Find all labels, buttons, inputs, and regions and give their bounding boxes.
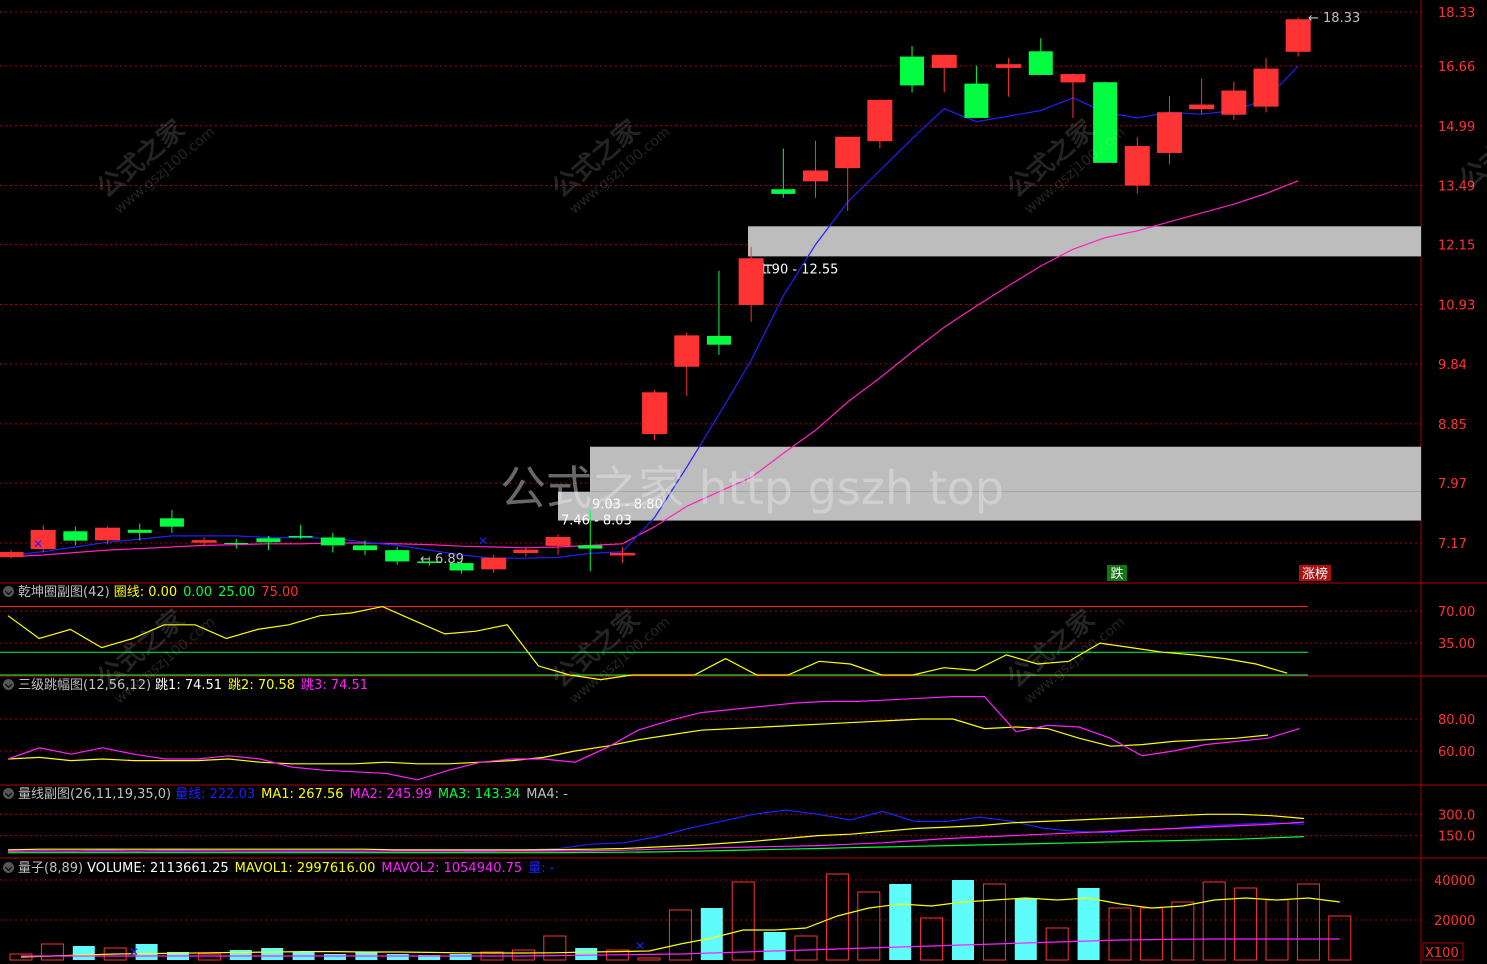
legend-item: 量: -: [528, 861, 555, 876]
y-tick-label: 35.00: [1438, 637, 1475, 652]
panel-title-volume[interactable]: 量子(8,89) VOLUME: 2113661.25 MAVOL1: 299761…: [0, 860, 560, 878]
volume-bar: [982, 883, 1006, 961]
panel-collapse-icon[interactable]: [3, 862, 14, 873]
volume-bar: [261, 948, 284, 960]
legend-item: VOLUME: 2113661.25: [87, 861, 229, 876]
legend-item: MA2: 245.99: [349, 787, 432, 802]
panel-name: 量子(8,89): [18, 861, 84, 876]
legend-item: 75.00: [261, 585, 299, 600]
volume-bar: [1328, 915, 1352, 961]
signal-label-limit-up: 涨榜: [1302, 566, 1328, 582]
mavol1-line: [20, 897, 1340, 958]
unit-label: X100: [1425, 946, 1459, 961]
volume-bar: [1202, 881, 1226, 961]
panel-title-qiankun[interactable]: 乾坤圈副图(42) 圈线: 0.00 0.00 25.00 75.00: [0, 584, 305, 602]
legend-item: MAVOL2: 1054940.75: [381, 861, 523, 876]
stock-chart[interactable]: 18.33 16.66 14.99 13.49 12.15 10.93 9.84 8.85 7.…: [0, 0, 1487, 964]
legend-item: MA1: 267.56: [261, 787, 344, 802]
indicator-line: [7, 695, 1300, 781]
volume-bar: [763, 932, 786, 960]
y-tick-label: 10.93: [1438, 298, 1475, 313]
volume-bar: [1108, 907, 1132, 961]
legend-item: 跳1: 74.51: [155, 678, 223, 693]
y-tick-label: 150.0: [1438, 830, 1475, 845]
volume-bar: [1265, 899, 1289, 961]
zone-label: 7.46 - 8.03: [561, 514, 632, 529]
y-tick-label: 60.00: [1438, 745, 1475, 760]
panel-name: 乾坤圈副图(42): [18, 585, 110, 600]
cross-marker: ✕: [635, 939, 645, 953]
volume-bar: [857, 891, 881, 961]
y-tick-label: 13.49: [1438, 179, 1475, 194]
annotation-low: ← 6.89: [420, 552, 464, 567]
legend-item: 0.00: [183, 585, 213, 600]
volume-bar: [920, 917, 944, 961]
legend-item: 圈线: 0.00: [113, 585, 178, 600]
y-tick-label: 7.97: [1438, 477, 1467, 492]
legend-item: MA4: -: [526, 787, 568, 802]
volume-bar: [40, 943, 64, 961]
cross-marker: ✕: [129, 945, 139, 959]
legend-item: 跳3: 74.51: [301, 678, 369, 693]
volume-bar: [511, 949, 535, 961]
panel-name: 量线副图(26,11,19,35,0): [18, 787, 172, 802]
price-zone: [748, 226, 1421, 257]
indicator-line: [7, 718, 1269, 765]
cross-marker: ✕: [478, 534, 488, 548]
volume-bar: [575, 948, 598, 960]
mavol2-line: [21, 938, 1340, 957]
volume-bar: [825, 873, 849, 961]
y-tick-label: 300.0: [1438, 808, 1475, 823]
volume-bar: [731, 881, 755, 961]
y-tick-label: 18.33: [1438, 6, 1475, 21]
volume-bar: [543, 935, 567, 961]
volume-bar: [1045, 927, 1069, 961]
y-tick-label: 16.66: [1438, 60, 1475, 75]
legend-item: MAVOL1: 2997616.00: [234, 861, 376, 876]
volume-bar: [889, 884, 912, 960]
tick-marker: ┬: [763, 258, 773, 274]
legend-item: 量线: 222.03: [175, 787, 256, 802]
y-tick-label: 8.85: [1438, 418, 1467, 433]
volume-bar: [668, 909, 692, 961]
y-tick-label: 80.00: [1438, 713, 1475, 728]
y-tick-label: 12.15: [1438, 239, 1475, 254]
y-tick-label: 20000: [1434, 914, 1475, 929]
volume-bar: [1296, 883, 1320, 961]
volume-bar: [449, 954, 472, 960]
y-tick-label: 7.17: [1438, 537, 1467, 552]
y-tick-label: 9.84: [1438, 358, 1467, 373]
legend-item: 跳2: 70.58: [228, 678, 296, 693]
panel-name: 三级跳幅图(12,56,12): [18, 678, 152, 693]
volume-bar: [1171, 901, 1195, 961]
cross-marker: ✕: [33, 537, 43, 551]
panel-title-liangxian[interactable]: 量线副图(26,11,19,35,0) 量线: 222.03 MA1: 267.56…: [0, 786, 574, 804]
price-zone: [590, 446, 1421, 492]
annotation-high: ← 18.33: [1308, 11, 1360, 26]
y-tick-label: 40000: [1434, 874, 1475, 889]
volume-bar: [794, 935, 818, 961]
volume-bar: [386, 954, 409, 960]
panel-collapse-icon[interactable]: [3, 679, 14, 690]
panel-title-sanji[interactable]: 三级跳幅图(12,56,12) 跳1: 74.51 跳2: 70.58 跳3: 74.…: [0, 677, 374, 695]
volume-bar: [637, 957, 661, 961]
volume-bar: [197, 953, 221, 961]
indicator-line: [7, 813, 1305, 851]
volume-bar: [324, 954, 346, 960]
volume-bar: [72, 946, 95, 960]
volume-bar: [1014, 898, 1037, 960]
y-tick-label: 14.99: [1438, 120, 1475, 135]
legend-item: MA3: 143.34: [437, 787, 521, 802]
legend-item: 25.00: [218, 585, 256, 600]
panel-collapse-icon[interactable]: [3, 586, 14, 597]
panel-collapse-icon[interactable]: [3, 788, 14, 799]
volume-bar: [952, 880, 974, 960]
y-tick-label: 70.00: [1438, 605, 1475, 620]
signal-label-fall: 跌: [1110, 566, 1123, 582]
volume-bar: [1139, 907, 1163, 961]
volume-bar: [229, 950, 252, 960]
zone-label: 9.03 - 8.80: [592, 498, 663, 513]
